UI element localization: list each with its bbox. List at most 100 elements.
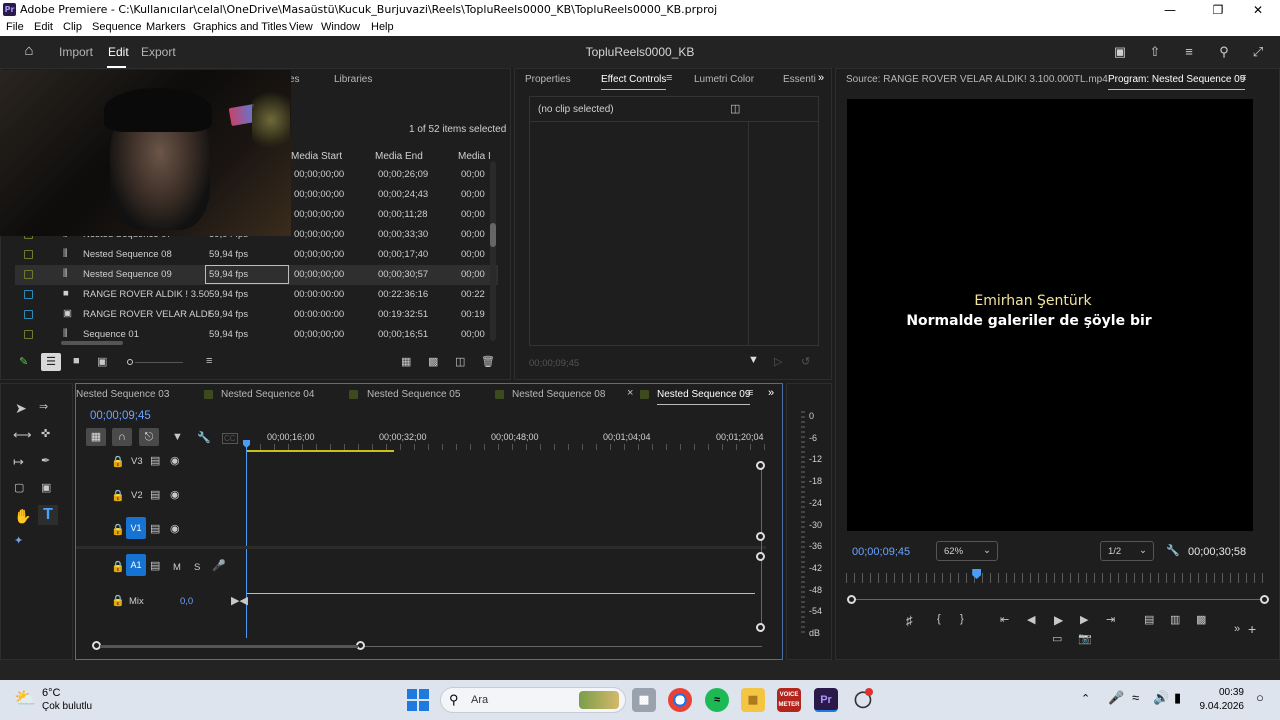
- snap-magnet-icon[interactable]: ∩: [112, 428, 132, 446]
- eye-icon[interactable]: ◉: [170, 488, 180, 501]
- selection-tool-icon[interactable]: ➤: [15, 400, 27, 417]
- vscroll-handle[interactable]: [756, 532, 765, 541]
- close-tab-icon[interactable]: ×: [627, 387, 633, 399]
- program-scroll-end[interactable]: [1260, 595, 1269, 604]
- label-color-swatch[interactable]: [24, 250, 33, 259]
- tab-source[interactable]: Source: RANGE ROVER VELAR ALDIK! 3.100.0…: [846, 74, 1108, 85]
- start-windows-icon[interactable]: [407, 689, 429, 711]
- hscroll-thumb[interactable]: [100, 645, 358, 648]
- track-target-v1[interactable]: V1: [126, 517, 146, 539]
- icon-view-icon[interactable]: ■: [73, 355, 80, 367]
- label-color-swatch[interactable]: [24, 290, 33, 299]
- play-icon[interactable]: ▶: [1054, 613, 1063, 627]
- home-icon[interactable]: ⌂: [21, 43, 37, 59]
- label-color-swatch[interactable]: [24, 330, 33, 339]
- project-scrollbar[interactable]: [490, 161, 496, 341]
- ripple-edit-tool-icon[interactable]: ⟷: [13, 427, 32, 443]
- weather-cloud-icon[interactable]: ⛅: [14, 688, 36, 709]
- vscroll-handle[interactable]: [756, 623, 765, 632]
- lock-icon[interactable]: 🔒: [111, 489, 125, 502]
- track-select-tool-icon[interactable]: ⇒: [39, 400, 48, 413]
- automate-icon[interactable]: ▦: [401, 355, 411, 368]
- linked-selection-icon[interactable]: ⎋: [139, 428, 159, 446]
- wifi-icon[interactable]: ≈: [1132, 690, 1139, 705]
- step-forward-icon[interactable]: ▶‎: [1080, 613, 1088, 626]
- lift-icon[interactable]: ▤: [1144, 613, 1154, 626]
- hand-tool-icon[interactable]: ✋: [14, 508, 31, 525]
- mute-button[interactable]: M: [173, 562, 181, 573]
- menu-graphics-and-titles[interactable]: Graphics and Titles: [193, 21, 287, 33]
- eye-icon[interactable]: ◉: [170, 454, 180, 467]
- volume-icon[interactable]: 🔊: [1153, 690, 1169, 706]
- export-tab[interactable]: Export: [141, 45, 176, 59]
- eye-icon[interactable]: ◉: [170, 522, 180, 535]
- battery-icon[interactable]: ▮: [1174, 690, 1181, 706]
- program-scroll-start[interactable]: [847, 595, 856, 604]
- pencil-icon[interactable]: ✎: [19, 355, 28, 368]
- show-hidden-icons[interactable]: ⌃: [1081, 692, 1090, 705]
- trash-icon[interactable]: 🗑: [481, 355, 495, 368]
- tab-effect-controls[interactable]: Effect Controls: [601, 74, 667, 90]
- tab-seq-04[interactable]: Nested Sequence 04: [221, 389, 314, 400]
- program-video-frame[interactable]: Emirhan Şentürk Normalde galeriler de şö…: [847, 99, 1253, 531]
- timeline-menu-icon[interactable]: ≡: [747, 387, 753, 399]
- taskbar-search[interactable]: ⚲ Ara: [440, 687, 626, 713]
- program-ruler[interactable]: [846, 573, 1266, 583]
- mix-track-line[interactable]: [247, 593, 755, 594]
- generative-extend-icon[interactable]: ▣: [41, 481, 51, 494]
- more-controls-icon[interactable]: »: [1234, 623, 1240, 635]
- slip-tool-icon[interactable]: ↦: [13, 454, 24, 470]
- zoom-slider-track[interactable]: [135, 362, 183, 363]
- maximize-button[interactable]: ❐: [1200, 1, 1236, 19]
- safe-margins-icon[interactable]: ▭: [1052, 632, 1062, 645]
- mix-volume-value[interactable]: 0,0: [180, 596, 193, 607]
- sync-lock-icon[interactable]: ▤: [150, 488, 160, 501]
- tab-lumetri-color[interactable]: Lumetri Color: [694, 74, 754, 85]
- track-label-v2[interactable]: V2: [131, 490, 143, 501]
- project-scrollbar-thumb[interactable]: [490, 223, 496, 247]
- project-row[interactable]: ▣ RANGE ROVER VELAR ALDI 59,94 fps 00:00:00…: [15, 305, 498, 325]
- list-view-icon[interactable]: ☰: [41, 353, 61, 371]
- workspaces-icon[interactable]: ▣: [1112, 44, 1128, 60]
- export-frame-icon[interactable]: 📷: [1078, 632, 1092, 645]
- fullscreen-icon[interactable]: ⤢: [1250, 44, 1266, 60]
- microphone-icon[interactable]: 🎤: [212, 559, 226, 572]
- import-tab[interactable]: Import: [59, 45, 93, 59]
- lock-icon[interactable]: 🔒: [111, 560, 125, 573]
- play-audio-icon[interactable]: ▷: [774, 355, 782, 368]
- timeline-timecode[interactable]: 00;00;09;45: [90, 410, 151, 422]
- share-icon[interactable]: ⇧: [1147, 44, 1163, 60]
- captions-icon[interactable]: CC: [222, 433, 238, 444]
- chrome-icon[interactable]: [668, 688, 692, 712]
- menu-window[interactable]: Window: [321, 21, 360, 33]
- new-item-icon[interactable]: ◫: [455, 355, 465, 368]
- lock-icon[interactable]: 🔒: [111, 523, 125, 536]
- label-color-swatch[interactable]: [24, 270, 33, 279]
- close-window-button[interactable]: ✕: [1240, 1, 1276, 19]
- program-current-time[interactable]: 00;00;09;45: [852, 546, 910, 558]
- razor-tool-icon[interactable]: ✜: [41, 427, 50, 440]
- menu-markers[interactable]: Markers: [146, 21, 186, 33]
- compare-view-icon[interactable]: ▩: [1196, 613, 1206, 626]
- track-target-a1[interactable]: A1: [126, 554, 146, 576]
- col-media-duration[interactable]: Media I: [458, 151, 491, 162]
- extract-icon[interactable]: ▥: [1170, 613, 1180, 626]
- tab-seq-09[interactable]: Nested Sequence 09: [657, 389, 751, 405]
- mark-in-icon[interactable]: {: [937, 613, 941, 625]
- add-marker-icon[interactable]: ▼: [172, 431, 183, 443]
- zoom-select[interactable]: 62% ⌄: [936, 541, 998, 561]
- nest-toggle-icon[interactable]: ▦: [86, 428, 106, 446]
- loop-icon[interactable]: ↺: [801, 355, 810, 368]
- tab-seq-08[interactable]: Nested Sequence 08: [512, 389, 605, 400]
- label-color-swatch[interactable]: [24, 310, 33, 319]
- weather-desc[interactable]: Çok bulutlu: [42, 701, 92, 712]
- program-scroll-track[interactable]: [852, 599, 1266, 600]
- project-row[interactable]: ■ RANGE ROVER ALDIK ! 3.50 59,94 fps 00:00:…: [15, 285, 498, 305]
- menu-help[interactable]: Help: [371, 21, 394, 33]
- edit-tab[interactable]: Edit: [108, 45, 129, 59]
- project-row[interactable]: ⫼ Nested Sequence 09 59,94 fps 00;00;00;00 0…: [15, 265, 498, 285]
- premiere-pro-icon[interactable]: Pr: [814, 688, 838, 712]
- type-tool-icon[interactable]: T: [38, 505, 58, 525]
- tab-libraries[interactable]: Libraries: [334, 74, 372, 85]
- resolution-select[interactable]: 1/2 ⌄: [1100, 541, 1154, 561]
